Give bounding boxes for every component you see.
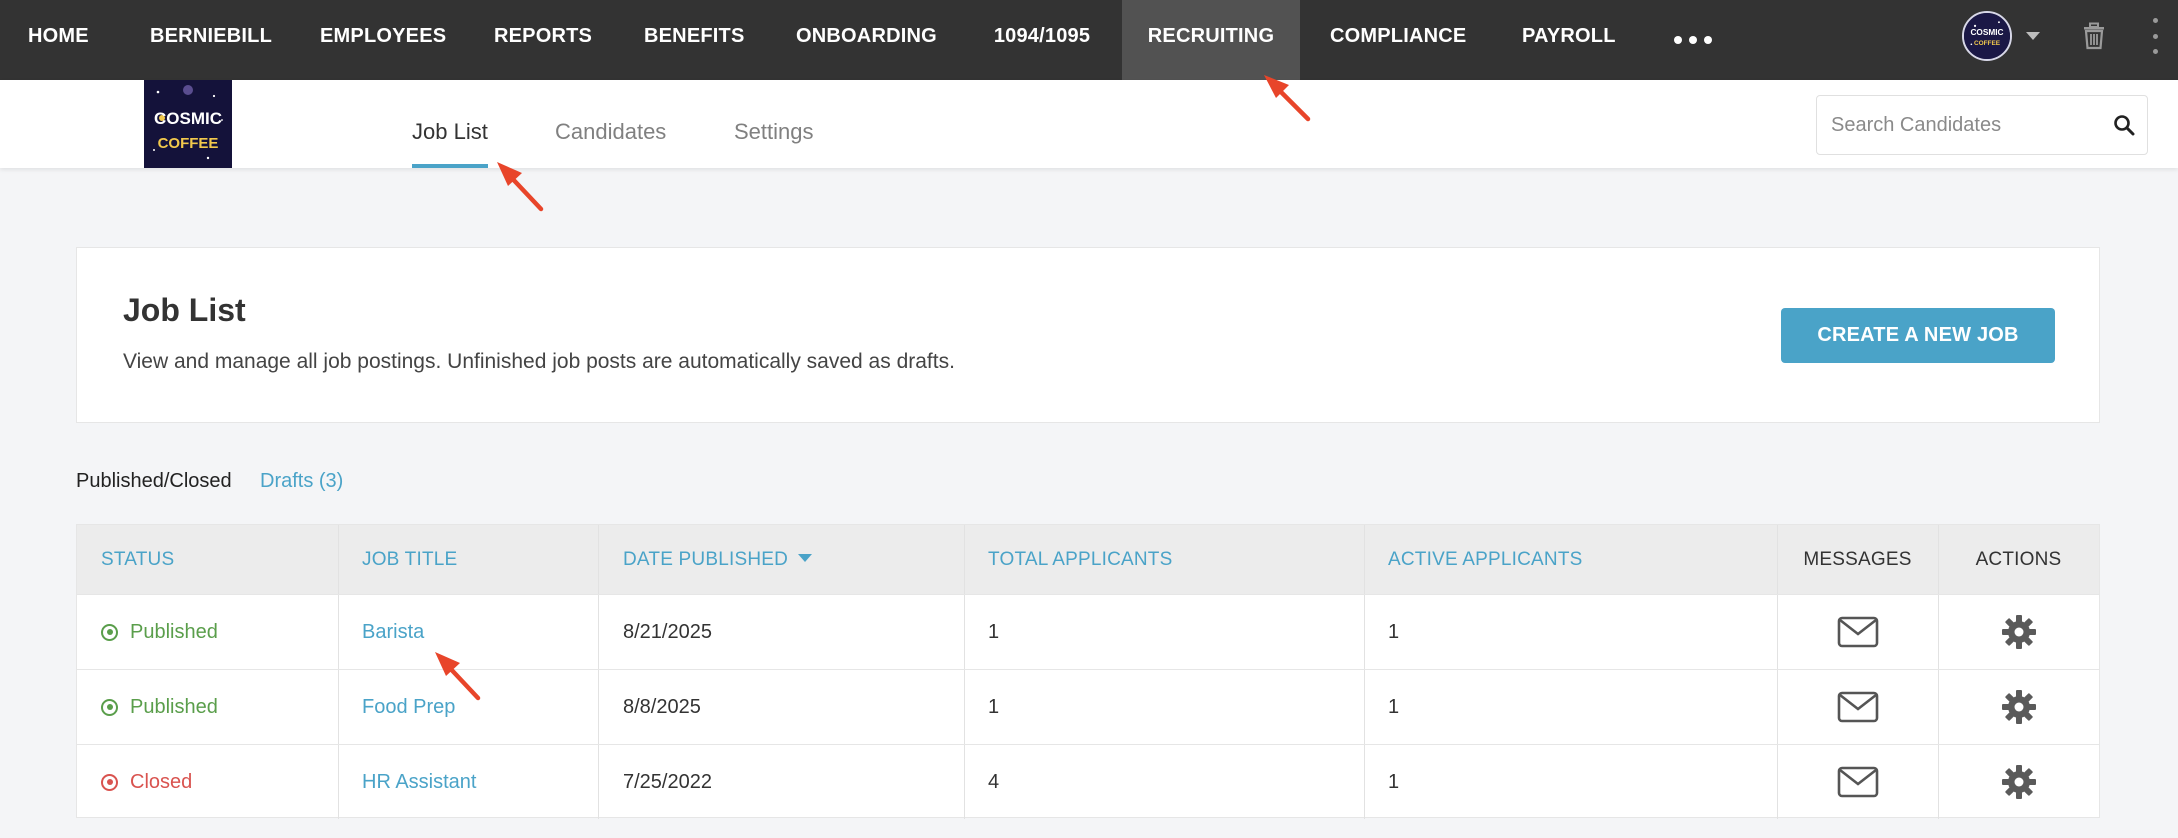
table-header: STATUS JOB TITLE DATE PUBLISHED TOTAL AP… [77, 525, 2099, 594]
active-applicants: 1 [1388, 621, 1400, 643]
column-header-messages: MESSAGES [1803, 549, 1912, 570]
nav-item-benefits[interactable]: BENEFITS [644, 0, 744, 80]
gear-icon [2001, 690, 2036, 724]
status-published-icon [101, 623, 118, 641]
table-row: Published Food Prep 8/8/2025 1 1 [77, 669, 2099, 744]
row-actions-button[interactable] [1938, 745, 2099, 819]
logo-text-line2: COFFEE [158, 135, 219, 152]
search-icon[interactable] [2113, 114, 2135, 136]
more-horizontal-icon[interactable] [1668, 0, 1718, 80]
gear-icon [2001, 615, 2036, 649]
tab-job-list[interactable]: Job List [412, 80, 488, 168]
search-box [1816, 95, 2148, 155]
date-published: 8/8/2025 [623, 696, 701, 718]
status-badge: Published [101, 670, 218, 744]
nav-item-employees[interactable]: EMPLOYEES [320, 0, 446, 80]
column-header-date-published-label: DATE PUBLISHED [623, 549, 789, 570]
total-applicants: 4 [988, 771, 1000, 793]
row-actions-button[interactable] [1938, 595, 2099, 669]
status-badge: Published [101, 595, 218, 669]
job-title-link[interactable]: Food Prep [362, 670, 455, 744]
total-applicants: 1 [988, 696, 1000, 718]
active-applicants: 1 [1388, 696, 1400, 718]
nav-item-onboarding[interactable]: ONBOARDING [796, 0, 937, 80]
nav-item-berniebill[interactable]: BERNIEBILL [150, 0, 272, 80]
total-applicants: 1 [988, 621, 1000, 643]
job-table: STATUS JOB TITLE DATE PUBLISHED TOTAL AP… [76, 524, 2100, 819]
annotation-arrow-job-list [497, 162, 544, 212]
messages-button[interactable] [1777, 595, 1938, 669]
create-new-job-button[interactable]: CREATE A NEW JOB [1781, 308, 2055, 363]
job-list-header-card: Job List View and manage all job posting… [76, 247, 2100, 423]
tab-candidates[interactable]: Candidates [555, 80, 667, 168]
date-published: 8/21/2025 [623, 621, 712, 643]
filter-published-closed[interactable]: Published/Closed [76, 470, 232, 493]
column-header-active-applicants[interactable]: ACTIVE APPLICANTS [1388, 525, 1583, 594]
row-actions-button[interactable] [1938, 670, 2099, 744]
tab-settings[interactable]: Settings [734, 80, 816, 168]
status-text: Published [130, 621, 218, 643]
top-navigation: HOME BERNIEBILL EMPLOYEES REPORTS BENEFI… [0, 0, 2178, 80]
nav-item-recruiting[interactable]: RECRUITING [1122, 0, 1300, 80]
status-published-icon [101, 698, 118, 716]
nav-item-payroll[interactable]: PAYROLL [1522, 0, 1615, 80]
company-logo: COSMIC COFFEE [144, 80, 232, 168]
status-closed-icon [101, 773, 118, 791]
column-header-date-published[interactable]: DATE PUBLISHED [623, 525, 813, 594]
search-input[interactable] [1831, 96, 2101, 154]
envelope-icon [1837, 766, 1878, 798]
envelope-icon [1837, 616, 1878, 648]
logo-text-line1: COSMIC [154, 109, 222, 128]
nav-item-1094-1095[interactable]: 1094/1095 [992, 0, 1092, 80]
trash-icon[interactable] [2082, 22, 2106, 50]
filter-drafts[interactable]: Drafts (3) [260, 470, 343, 493]
gear-icon [2001, 765, 2036, 799]
messages-button[interactable] [1777, 670, 1938, 744]
column-header-actions: ACTIONS [1975, 549, 2062, 570]
avatar-text-line1: COSMIC [1970, 28, 2003, 37]
column-header-status[interactable]: STATUS [101, 525, 174, 594]
job-title-link[interactable]: HR Assistant [362, 745, 476, 819]
column-header-total-applicants[interactable]: TOTAL APPLICANTS [988, 525, 1172, 594]
status-text: Published [130, 696, 218, 718]
active-applicants: 1 [1388, 771, 1400, 793]
messages-button[interactable] [1777, 745, 1938, 819]
avatar[interactable]: COSMIC COFFEE [1962, 11, 2012, 61]
avatar-text-line2: COFFEE [1974, 40, 2001, 47]
nav-item-reports[interactable]: REPORTS [494, 0, 592, 80]
status-text: Closed [130, 771, 193, 793]
sort-descending-icon [798, 553, 813, 562]
caret-down-icon[interactable] [2026, 32, 2040, 40]
page-description: View and manage all job postings. Unfini… [123, 350, 955, 373]
nav-item-compliance[interactable]: COMPLIANCE [1330, 0, 1466, 80]
nav-item-home[interactable]: HOME [28, 0, 89, 80]
table-row: Closed HR Assistant 7/25/2022 4 1 [77, 744, 2099, 819]
date-published: 7/25/2022 [623, 771, 712, 793]
page-title: Job List [123, 292, 246, 328]
envelope-icon [1837, 691, 1878, 723]
job-title-link[interactable]: Barista [362, 595, 424, 669]
status-badge: Closed [101, 745, 192, 819]
more-vertical-icon[interactable] [2150, 18, 2160, 54]
column-header-job-title[interactable]: JOB TITLE [362, 525, 457, 594]
table-row: Published Barista 8/21/2025 1 1 [77, 594, 2099, 669]
